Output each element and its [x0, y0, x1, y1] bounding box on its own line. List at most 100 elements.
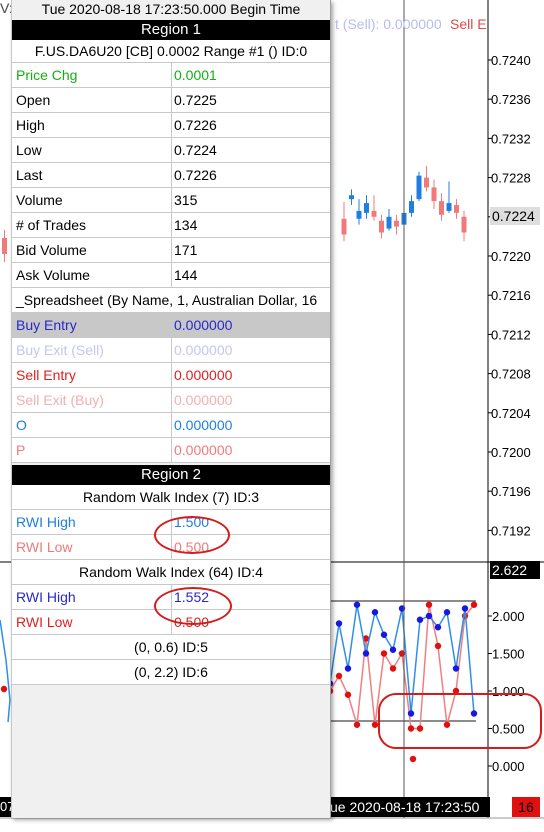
study-value-row[interactable]: Low 0.7224	[12, 138, 330, 163]
spreadsheet-value-value: 0.000000	[174, 317, 233, 333]
rwi-high-dot	[443, 609, 451, 616]
rwi-high-dot	[452, 665, 460, 672]
study-value-value: 0.7224	[174, 142, 217, 158]
rwi64-low-annotation-circle	[154, 587, 232, 625]
price-axis-label: 0.7228	[491, 171, 531, 186]
rwi-high-dot	[353, 601, 361, 608]
price-axis-label: 0.7220	[491, 249, 531, 264]
price-axis-label: 0.7208	[491, 367, 531, 382]
study-value-row[interactable]: Open 0.7225	[12, 88, 330, 113]
rwi-low-dot	[0, 685, 8, 693]
symbol-line: F.US.DA6U20 [CB] 0.0002 Range #1 () ID:0	[12, 40, 330, 63]
spreadsheet-value-row[interactable]: Sell Exit (Buy) 0.000000	[12, 388, 330, 413]
price-axis-label: 0.7212	[491, 327, 531, 342]
spreadsheet-value-row[interactable]: O 0.000000	[12, 413, 330, 438]
rwi-high-dot	[425, 612, 433, 620]
candle-body	[386, 216, 392, 229]
study-value-value: 171	[174, 242, 198, 258]
rwi-low-dot	[409, 755, 417, 763]
rwi64-low-label: RWI Low	[12, 610, 172, 634]
spreadsheet-value-row[interactable]: Buy Exit (Sell) 0.000000	[12, 338, 330, 363]
rwi-high-dot	[380, 631, 388, 638]
rwi7-title: Random Walk Index (7) ID:3	[12, 485, 330, 510]
region1-header: Region 1	[12, 20, 330, 40]
study-value-row[interactable]: Bid Volume 171	[12, 238, 330, 263]
study-value-row[interactable]: Volume 315	[12, 188, 330, 213]
study-value-value: 134	[174, 217, 198, 233]
candle-body	[431, 187, 437, 202]
candle-body	[349, 195, 354, 200]
rwi-low-dot	[380, 650, 388, 657]
study-value-label: Bid Volume	[12, 238, 172, 262]
study-value-value: 0.7226	[174, 117, 217, 133]
candle-body	[409, 201, 414, 213]
study-value-value: 315	[174, 192, 198, 208]
price-axis-label: 0.7216	[491, 288, 531, 303]
study-value-row[interactable]: High 0.7226	[12, 113, 330, 138]
rwi-low-dot	[425, 601, 433, 608]
candle-body	[439, 201, 444, 215]
region2-header: Region 2	[12, 465, 330, 485]
price-axis-label: 0.7240	[491, 53, 531, 68]
chart-values-window[interactable]: Tue 2020-08-18 17:23:50.000 Begin Time R…	[11, 0, 331, 818]
spreadsheet-value-value: 0.000000	[174, 367, 233, 383]
spreadsheet-value-value: 0.000000	[174, 417, 233, 433]
time-axis-right-tag: 16	[512, 797, 540, 817]
rwi-low-dot	[335, 672, 343, 680]
study-value-row[interactable]: # of Trades 134	[12, 213, 330, 238]
spreadsheet-value-row[interactable]: Sell Entry 0.000000	[12, 363, 330, 388]
spreadsheet-value-value: 0.000000	[174, 342, 233, 358]
spreadsheet-line: _Spreadsheet (By Name, 1, Australian Dol…	[12, 288, 330, 313]
rwi-high-dot	[416, 616, 424, 623]
study-value-value: 0.7225	[174, 92, 217, 108]
study-value-label: Low	[12, 138, 172, 162]
candle-body	[371, 210, 377, 217]
price-axis-label: 0.7204	[491, 406, 531, 421]
chart-annotation-circle	[378, 693, 542, 749]
rwi-high-dot	[344, 665, 352, 672]
rwi-high-dot	[362, 650, 370, 657]
candle-body	[356, 210, 362, 219]
rwi-low-dot	[344, 691, 352, 698]
study-value-label: High	[12, 113, 172, 137]
rwi-axis-label: 0.000	[492, 759, 525, 774]
study-value-label: Open	[12, 88, 172, 112]
candle-body	[341, 218, 347, 235]
spreadsheet-value-row[interactable]: Buy Entry 0.000000	[12, 313, 330, 338]
rwi64-title: Random Walk Index (64) ID:4	[12, 560, 330, 585]
study-value-row[interactable]: Price Chg 0.0001	[12, 63, 330, 88]
candle-body	[446, 203, 452, 211]
price-axis-label: 0.7196	[491, 484, 531, 499]
spreadsheet-value-row[interactable]: P 0.000000	[12, 438, 330, 463]
sell-entry-strip-text: Sell E	[450, 16, 487, 32]
rwi-high-dot	[461, 605, 469, 612]
time-axis-cursor-label: ue 2020-08-18 17:23:50	[330, 797, 490, 817]
spreadsheet-value-label: Buy Exit (Sell)	[12, 338, 172, 362]
spreadsheet-value-value: 0.000000	[174, 392, 233, 408]
candle-body	[424, 177, 429, 188]
current-rwi-tag: 2.622	[490, 561, 540, 579]
current-price-tag: 0.7224	[490, 207, 540, 225]
candle-body	[416, 175, 422, 200]
rwi-low-dot	[389, 665, 397, 672]
study-value-row[interactable]: Ask Volume 144	[12, 263, 330, 288]
rwi64-high-label: RWI High	[12, 585, 172, 609]
line-study-1: (0, 0.6) ID:5	[12, 635, 330, 660]
price-axis-label: 0.7232	[491, 131, 531, 146]
rwi-low-dot	[470, 601, 478, 608]
price-axis-label: 0.7200	[491, 445, 531, 460]
price-axis-label: 0.7236	[491, 92, 531, 107]
study-value-label: # of Trades	[12, 213, 172, 237]
rwi-low-dot	[434, 642, 442, 650]
candle-body	[364, 203, 369, 213]
rwi7-low-label: RWI Low	[12, 535, 172, 559]
line-study-2: (0, 2.2) ID:6	[12, 660, 330, 685]
study-value-row[interactable]: Last 0.7226	[12, 163, 330, 188]
price-axis-label: 0.7192	[491, 523, 531, 538]
buy-exit-strip-text: t (Sell): 0.000000	[335, 16, 442, 32]
rwi-high-dot	[434, 624, 442, 631]
candle-body	[461, 216, 467, 233]
rwi-high-dot	[389, 646, 397, 653]
study-value-value: 0.7226	[174, 167, 217, 183]
study-value-value: 0.0001	[174, 67, 217, 83]
